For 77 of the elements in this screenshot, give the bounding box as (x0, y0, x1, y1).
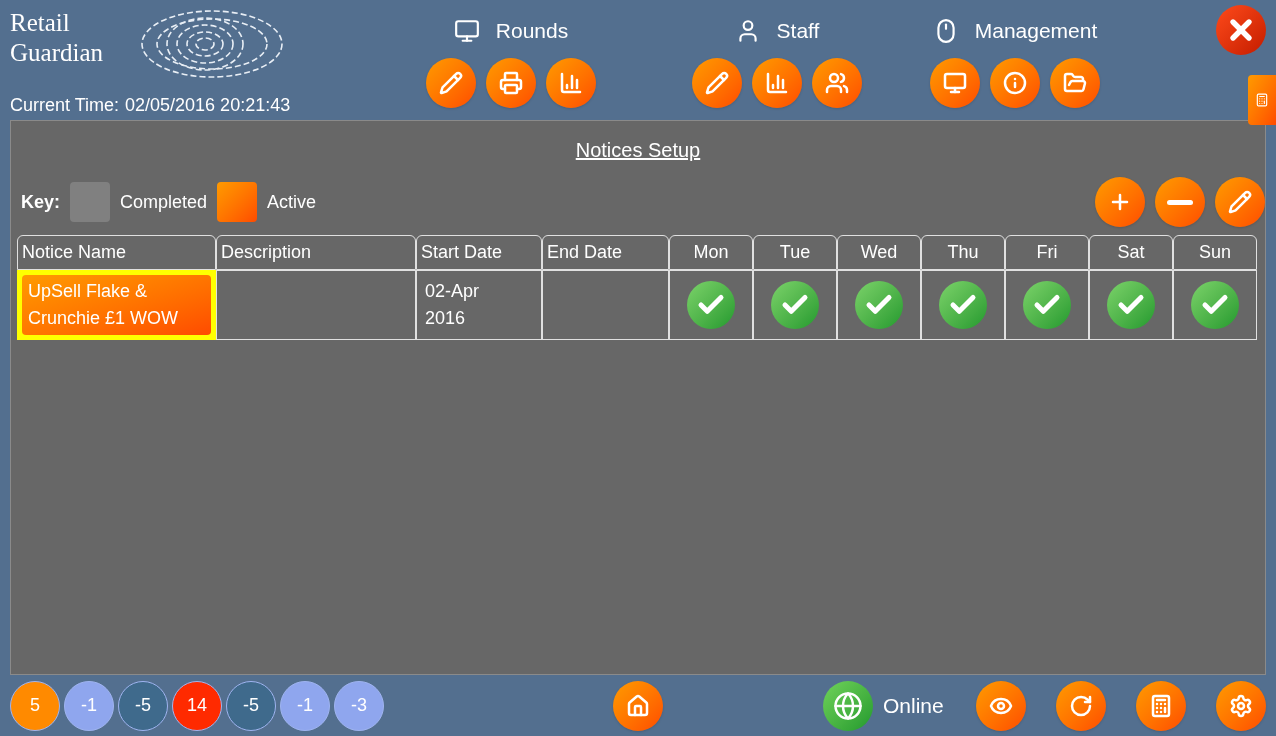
folder-icon (1063, 71, 1087, 95)
settings-button[interactable] (1216, 680, 1266, 731)
info-icon (1003, 71, 1027, 95)
home-button[interactable] (613, 680, 663, 731)
counter-badge: -5 (118, 680, 168, 731)
minus-icon (1167, 199, 1193, 205)
print-button[interactable] (486, 58, 536, 108)
counter-badge: 14 (172, 680, 222, 731)
calculator-icon (1255, 93, 1269, 107)
column-header: Sat (1089, 235, 1173, 270)
table-cell: 02-Apr 2016 (416, 270, 542, 340)
counter-badge: -3 (334, 680, 384, 731)
column-header: Thu (921, 235, 1005, 270)
edit-button[interactable] (426, 58, 476, 108)
menu-group-title: Management (974, 18, 1098, 45)
menu-group-title: Rounds (495, 18, 569, 45)
column-header: Wed (837, 235, 921, 270)
notice-name[interactable]: UpSell Flake & Crunchie £1 WOW (22, 275, 211, 335)
logo-text: Retail (10, 8, 71, 38)
key-swatch (217, 182, 258, 222)
edit-button[interactable] (1215, 177, 1265, 227)
column-header: Notice Name (17, 235, 216, 270)
folder-button[interactable] (1050, 58, 1100, 108)
refresh-icon (1069, 693, 1093, 718)
menu-group-title: Staff (776, 18, 820, 45)
bar-chart-icon (559, 71, 583, 95)
key-text: Completed (120, 190, 208, 214)
calculator-icon (1149, 693, 1173, 718)
chart-button[interactable] (752, 58, 802, 108)
check-icon[interactable] (1023, 281, 1071, 329)
pencil-icon (1228, 190, 1252, 214)
check-icon[interactable] (855, 281, 903, 329)
calculator-tab[interactable] (1248, 75, 1276, 125)
column-header: End Date (542, 235, 669, 270)
bar-chart-icon (765, 71, 789, 95)
logo-text: Guardian (10, 38, 104, 68)
users-button[interactable] (812, 58, 862, 108)
column-header: Start Date (416, 235, 542, 270)
current-time-value: 02/05/2016 20:21:43 (125, 94, 291, 117)
key-label: Key: (21, 190, 60, 214)
remove-button[interactable] (1155, 177, 1205, 227)
home-icon (626, 693, 650, 718)
counter-badge: -5 (226, 680, 276, 731)
counter-badge: -1 (64, 680, 114, 731)
refresh-button[interactable] (1056, 680, 1106, 731)
connection-status: Online (883, 692, 944, 719)
view-button[interactable] (976, 680, 1026, 731)
check-icon[interactable] (1191, 281, 1239, 329)
column-header: Mon (669, 235, 753, 270)
column-header: Tue (753, 235, 837, 270)
column-header: Sun (1173, 235, 1257, 270)
counter-badge: -1 (280, 680, 330, 731)
key-text: Active (267, 190, 317, 214)
page-title: Notices Setup (575, 138, 701, 163)
check-icon[interactable] (1107, 281, 1155, 329)
pencil-icon (439, 71, 463, 95)
column-header: Description (216, 235, 416, 270)
edit-button[interactable] (692, 58, 742, 108)
counter-badge: 5 (10, 680, 60, 731)
close-button[interactable] (1216, 5, 1266, 55)
check-icon[interactable] (939, 281, 987, 329)
check-icon[interactable] (771, 281, 819, 329)
users-icon (825, 71, 849, 95)
column-header: Fri (1005, 235, 1089, 270)
chart-button[interactable] (546, 58, 596, 108)
add-button[interactable] (1095, 177, 1145, 227)
monitor-button[interactable] (930, 58, 980, 108)
info-button[interactable] (990, 58, 1040, 108)
check-icon[interactable] (687, 281, 735, 329)
calculator-button[interactable] (1136, 680, 1186, 731)
pencil-icon (705, 71, 729, 95)
printer-icon (499, 71, 523, 95)
key-swatch (70, 182, 110, 222)
settings-icon (1229, 693, 1253, 718)
monitor-icon (453, 18, 480, 44)
current-time-label: Current Time: (10, 94, 120, 117)
monitor-icon (943, 71, 967, 95)
